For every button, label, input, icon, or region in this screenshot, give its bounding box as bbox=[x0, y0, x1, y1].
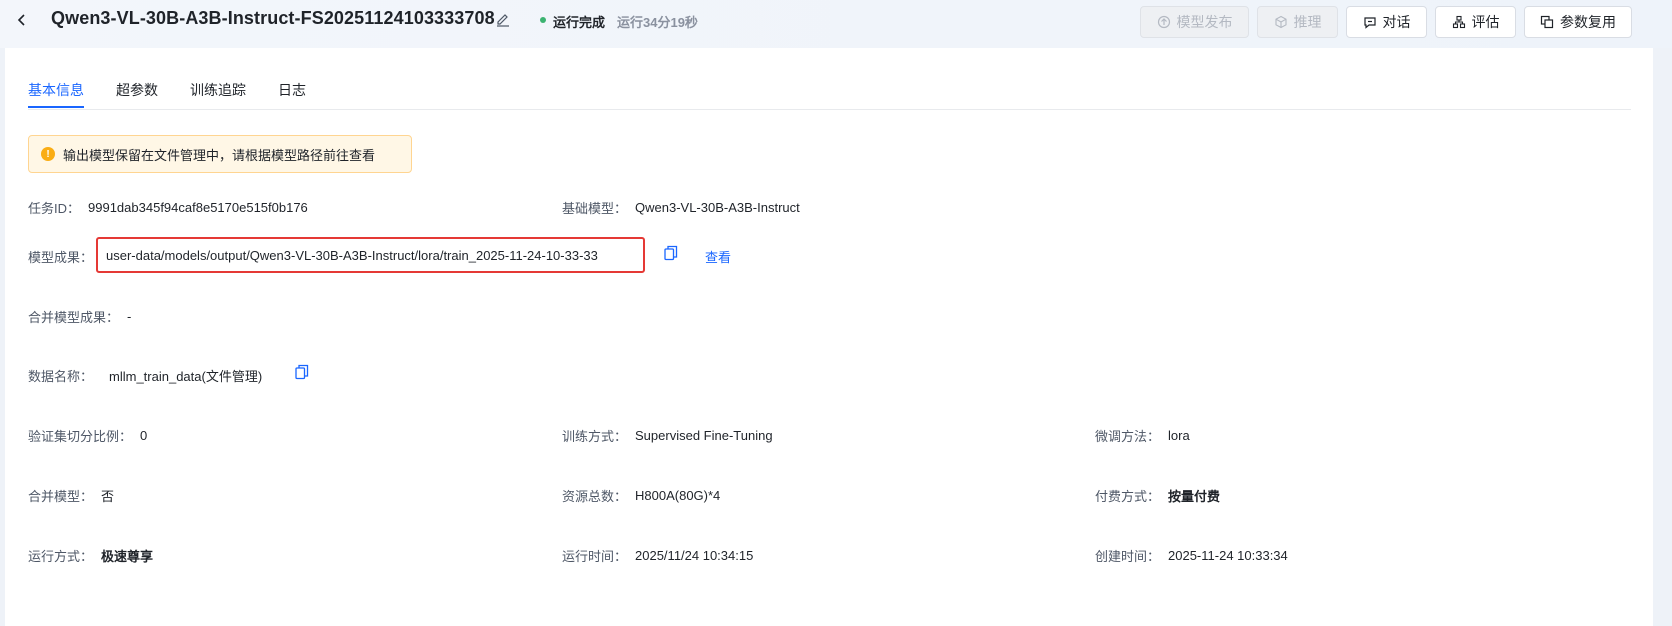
task-id-field: 任务ID： 9991dab345f94caf8e5170e515f0b176 bbox=[28, 198, 308, 217]
chat-button[interactable]: 对话 bbox=[1346, 6, 1427, 38]
task-id-label: 任务ID： bbox=[28, 201, 81, 216]
merged-output-value: - bbox=[127, 309, 132, 324]
train-method-label: 训练方式： bbox=[562, 429, 628, 444]
merge-model-field: 合并模型： 否 bbox=[28, 486, 114, 505]
top-bar: Qwen3-VL-30B-A3B-Instruct-FS202511241033… bbox=[0, 0, 1672, 48]
warning-icon: ! bbox=[41, 147, 55, 161]
evaluate-button[interactable]: 评估 bbox=[1435, 6, 1516, 38]
billing-label: 付费方式： bbox=[1095, 489, 1161, 504]
billing-field: 付费方式： 按量付费 bbox=[1095, 486, 1220, 505]
back-button[interactable] bbox=[12, 10, 32, 30]
chat-label: 对话 bbox=[1382, 14, 1411, 30]
finetune-method-label: 微调方法： bbox=[1095, 429, 1161, 444]
run-mode-label: 运行方式： bbox=[28, 549, 94, 564]
tab-hyperparameters[interactable]: 超参数 bbox=[116, 80, 158, 108]
finetune-method-value: lora bbox=[1168, 428, 1190, 443]
publish-model-button[interactable]: 模型发布 bbox=[1140, 6, 1249, 38]
resources-label: 资源总数： bbox=[562, 489, 628, 504]
tab-basic-info[interactable]: 基本信息 bbox=[28, 80, 84, 108]
created-time-label: 创建时间： bbox=[1095, 549, 1161, 564]
reuse-params-button[interactable]: 参数复用 bbox=[1524, 6, 1632, 38]
runtime-text: 运行34分19秒 bbox=[617, 15, 698, 30]
page-title: Qwen3-VL-30B-A3B-Instruct-FS202511241033… bbox=[51, 8, 495, 28]
merge-model-value: 否 bbox=[101, 489, 115, 504]
publish-label: 模型发布 bbox=[1176, 14, 1233, 30]
status-dot bbox=[540, 17, 546, 23]
merged-output-label: 合并模型成果： bbox=[28, 310, 120, 325]
created-time-field: 创建时间： 2025-11-24 10:33:34 bbox=[1095, 546, 1288, 565]
merged-output-field: 合并模型成果： - bbox=[28, 307, 131, 326]
finetune-method-field: 微调方法： lora bbox=[1095, 426, 1190, 445]
run-time-field: 运行时间： 2025/11/24 10:34:15 bbox=[562, 546, 753, 565]
run-time-value: 2025/11/24 10:34:15 bbox=[635, 548, 754, 563]
edit-icon[interactable] bbox=[494, 11, 512, 29]
task-id-value: 9991dab345f94caf8e5170e515f0b176 bbox=[88, 200, 308, 215]
tab-bar: 基本信息 超参数 训练追踪 日志 bbox=[28, 80, 338, 108]
notice-text: 输出模型保留在文件管理中，请根据模型路径前往查看 bbox=[63, 147, 376, 163]
status-text: 运行完成 bbox=[553, 15, 606, 30]
resources-field: 资源总数： H800A(80G)*4 bbox=[562, 486, 720, 505]
view-model-link[interactable]: 查看 bbox=[705, 247, 731, 266]
val-split-field: 验证集切分比例： 0 bbox=[28, 426, 147, 445]
dataset-label: 数据名称： bbox=[28, 369, 94, 384]
reuse-params-label: 参数复用 bbox=[1560, 14, 1616, 30]
inference-label: 推理 bbox=[1293, 14, 1322, 30]
resources-value: H800A(80G)*4 bbox=[635, 488, 721, 503]
copy-params-icon bbox=[1540, 15, 1554, 29]
dataset-value: mllm_train_data(文件管理) bbox=[109, 369, 263, 384]
notice-banner: ! 输出模型保留在文件管理中，请根据模型路径前往查看 bbox=[28, 135, 412, 173]
cube-icon bbox=[1274, 15, 1287, 29]
chat-icon bbox=[1363, 17, 1376, 29]
base-model-label: 基础模型： bbox=[562, 201, 628, 216]
created-time-value: 2025-11-24 10:33:34 bbox=[1168, 548, 1288, 563]
publish-icon bbox=[1157, 15, 1170, 29]
copy-path-icon[interactable] bbox=[664, 245, 678, 261]
base-model-value: Qwen3-VL-30B-A3B-Instruct bbox=[635, 200, 800, 215]
run-mode-value: 极速尊享 bbox=[101, 549, 154, 564]
model-output-path: user-data/models/output/Qwen3-VL-30B-A3B… bbox=[96, 237, 645, 273]
train-method-field: 训练方式： Supervised Fine-Tuning bbox=[562, 426, 773, 445]
val-split-value: 0 bbox=[140, 428, 148, 443]
copy-dataset-icon[interactable] bbox=[295, 364, 309, 380]
hierarchy-icon bbox=[1452, 15, 1465, 29]
run-time-label: 运行时间： bbox=[562, 549, 628, 564]
model-output-label: 模型成果： bbox=[28, 250, 94, 265]
inference-button[interactable]: 推理 bbox=[1257, 6, 1338, 38]
main-panel: 基本信息 超参数 训练追踪 日志 ! 输出模型保留在文件管理中，请根据模型路径前… bbox=[5, 48, 1653, 626]
run-mode-field: 运行方式： 极速尊享 bbox=[28, 546, 153, 565]
billing-value: 按量付费 bbox=[1168, 489, 1221, 504]
model-output-field: 模型成果： bbox=[28, 247, 93, 266]
evaluate-label: 评估 bbox=[1471, 14, 1500, 30]
base-model-field: 基础模型： Qwen3-VL-30B-A3B-Instruct bbox=[562, 198, 800, 217]
val-split-label: 验证集切分比例： bbox=[28, 429, 133, 444]
tabs-divider bbox=[28, 109, 1631, 110]
train-method-value: Supervised Fine-Tuning bbox=[635, 428, 773, 443]
chevron-left-icon bbox=[17, 14, 25, 26]
tab-training-tracking[interactable]: 训练追踪 bbox=[190, 80, 246, 108]
merge-model-label: 合并模型： bbox=[28, 489, 94, 504]
dataset-field: 数据名称： mllm_train_data(文件管理) bbox=[28, 366, 262, 385]
tab-logs[interactable]: 日志 bbox=[278, 80, 306, 108]
